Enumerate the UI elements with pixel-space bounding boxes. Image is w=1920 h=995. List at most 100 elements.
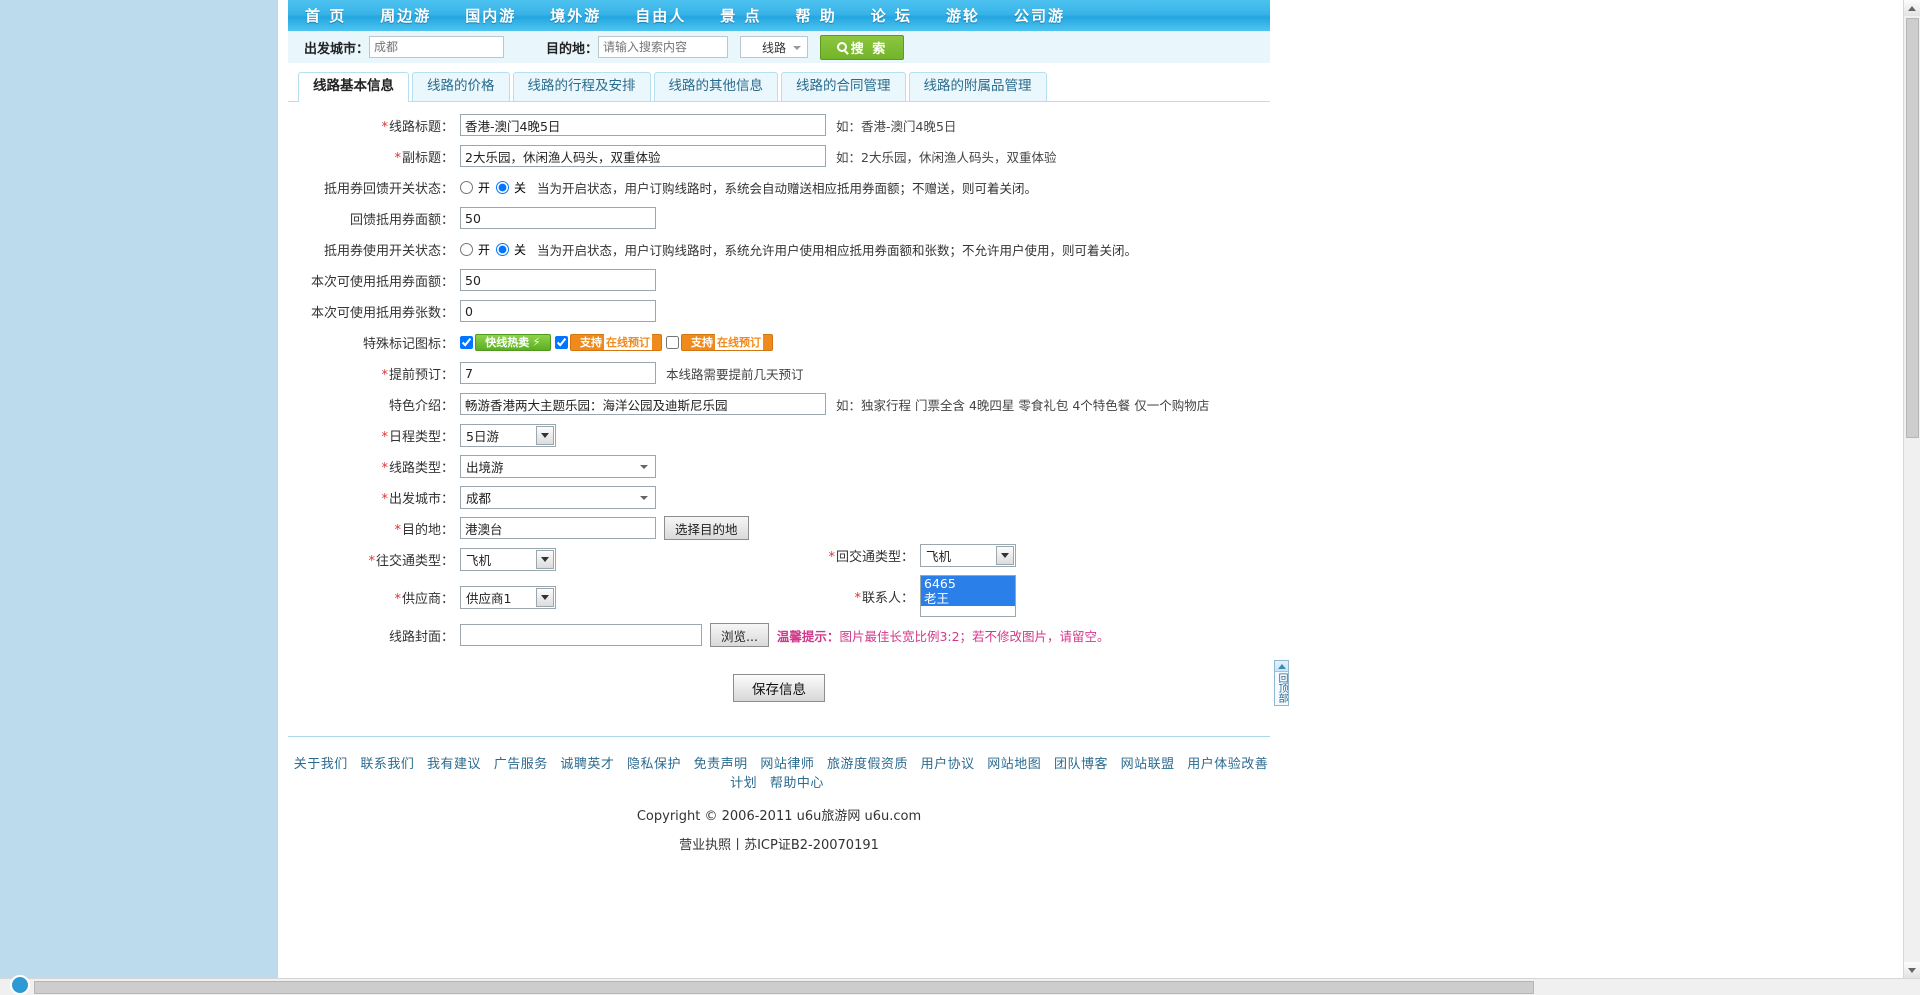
save-button[interactable]: 保存信息	[733, 674, 825, 702]
destination-input[interactable]	[460, 517, 656, 539]
row-destination: *目的地： 选择目的地	[288, 513, 1270, 543]
schedule-type-select[interactable]: 5日游	[460, 423, 556, 447]
tab-price[interactable]: 线路的价格	[412, 72, 510, 101]
supplier-label-text: 供应商：	[401, 591, 454, 607]
coupon-use-on-radio[interactable]	[460, 242, 473, 256]
feedback-amount-label: 回馈抵用券面额：	[349, 212, 454, 228]
horizontal-scrollbar-thumb[interactable]	[34, 981, 1534, 994]
row-usable-count: 本次可使用抵用券张数：	[288, 296, 1270, 326]
special-icon-hot-checkbox[interactable]	[460, 335, 473, 349]
nav-item-home[interactable]: 首 页	[288, 5, 363, 26]
choose-destination-button[interactable]: 选择目的地	[664, 516, 749, 540]
nav-item-nearby-tour[interactable]: 周边游	[363, 5, 448, 26]
advance-days-label: *提前预订：	[288, 364, 460, 383]
subtitle-label-text: 副标题：	[401, 150, 454, 166]
advance-days-hint: 本线路需要提前几天预订	[666, 366, 804, 382]
chevron-down-icon	[536, 425, 554, 445]
nav-item-overseas-tour[interactable]: 境外游	[533, 5, 618, 26]
outbound-transport-select[interactable]: 飞机	[460, 547, 556, 571]
row-schedule-type: *日程类型： 5日游	[288, 420, 1270, 450]
route-title-input[interactable]	[460, 114, 826, 136]
site-footer: 关于我们 联系我们 我有建议 广告服务 诚聘英才 隐私保护 免责声明 网站律师 …	[288, 736, 1270, 853]
nav-item-attractions[interactable]: 景 点	[703, 5, 778, 26]
return-transport-select[interactable]: 飞机	[920, 544, 1016, 567]
footer-link-lawyer[interactable]: 网站律师	[760, 757, 814, 772]
footer-link-alliance[interactable]: 网站联盟	[1121, 757, 1175, 772]
contact-label-text: 联系人：	[861, 590, 914, 606]
nav-item-free-traveler[interactable]: 自由人	[618, 5, 703, 26]
contact-option-1[interactable]: 老王	[921, 591, 1015, 606]
footer-link-contact[interactable]: 联系我们	[360, 757, 414, 772]
nav-item-cruise[interactable]: 游轮	[929, 5, 997, 26]
vertical-scrollbar[interactable]	[1903, 0, 1920, 995]
coupon-use-on-label: 开	[478, 242, 491, 257]
row-transport: *往交通类型： 飞机 *回交通类型： 飞机	[288, 544, 1270, 574]
footer-link-qualification[interactable]: 旅游度假资质	[827, 757, 908, 772]
required-marker: *	[394, 591, 401, 607]
coupon-feedback-on-option[interactable]: 开	[460, 179, 490, 196]
supplier-select[interactable]: 供应商1	[460, 585, 556, 609]
tab-contract[interactable]: 线路的合同管理	[781, 72, 906, 101]
footer-link-user-agreement[interactable]: 用户协议	[921, 757, 975, 772]
scroll-down-arrow-icon[interactable]	[1904, 962, 1920, 978]
nav-item-company-tour[interactable]: 公司游	[997, 5, 1082, 26]
tab-accessories[interactable]: 线路的附属品管理	[908, 72, 1047, 101]
route-basic-info-form: *线路标题： 如：香港-澳门4晚5日 *副标题： 如：2大乐园，休闲渔人码头，双…	[288, 110, 1270, 702]
tab-basic-info[interactable]: 线路基本信息	[298, 72, 409, 102]
footer-link-help-center[interactable]: 帮助中心	[770, 776, 824, 791]
special-icon-online-booking-2-checkbox[interactable]	[666, 335, 679, 349]
search-button-label: 搜 索	[850, 41, 888, 57]
coupon-feedback-off-radio[interactable]	[496, 180, 510, 194]
footer-link-jobs[interactable]: 诚聘英才	[560, 757, 614, 772]
schedule-type-label: *日程类型：	[288, 426, 460, 445]
supplier-label: *供应商：	[288, 588, 460, 607]
special-icon-online-booking-1-checkbox[interactable]	[555, 335, 568, 349]
route-type-label: *线路类型：	[288, 457, 460, 476]
departure-city-input[interactable]	[369, 36, 505, 58]
footer-link-about[interactable]: 关于我们	[294, 757, 348, 772]
scroll-up-arrow-icon[interactable]	[1904, 0, 1920, 16]
back-to-top-widget[interactable]: 回顶部	[1274, 660, 1289, 706]
contact-option-0[interactable]: 6465	[921, 576, 1015, 591]
row-advance-days: *提前预订： 本线路需要提前几天预订	[288, 358, 1270, 388]
advance-days-label-text: 提前预订：	[388, 367, 454, 383]
coupon-feedback-switch-label: 抵用券回馈开关状态：	[323, 181, 454, 197]
horizontal-scrollbar[interactable]	[0, 978, 1920, 995]
feature-intro-input[interactable]	[460, 393, 826, 415]
usable-coupon-count-input[interactable]	[460, 300, 656, 322]
destination-keyword-input[interactable]	[598, 36, 729, 58]
feedback-coupon-amount-input[interactable]	[460, 207, 656, 229]
coupon-use-off-option[interactable]: 关	[496, 241, 526, 258]
coupon-use-off-radio[interactable]	[496, 242, 510, 256]
footer-link-sitemap[interactable]: 网站地图	[987, 757, 1041, 772]
coupon-feedback-off-option[interactable]: 关	[496, 179, 526, 196]
cover-tip-body: 图片最佳长宽比例3:2；若不修改图片，请留空。	[839, 628, 1110, 644]
cover-file-path-input[interactable]	[460, 624, 702, 646]
search-type-select[interactable]: 线路	[740, 36, 809, 58]
nav-item-domestic-tour[interactable]: 国内游	[448, 5, 533, 26]
search-button[interactable]: 搜 索	[820, 34, 905, 60]
departure-city-select[interactable]: 成都	[460, 485, 656, 509]
coupon-feedback-on-radio[interactable]	[460, 180, 473, 194]
nav-item-help[interactable]: 帮 助	[779, 5, 854, 26]
advance-booking-days-input[interactable]	[460, 362, 656, 384]
coupon-use-switch-label: 抵用券使用开关状态：	[323, 243, 454, 259]
browse-button[interactable]: 浏览...	[710, 623, 769, 647]
footer-link-disclaimer[interactable]: 免责声明	[694, 757, 748, 772]
footer-link-advertising[interactable]: 广告服务	[494, 757, 548, 772]
coupon-use-on-option[interactable]: 开	[460, 241, 490, 258]
search-icon	[836, 42, 847, 52]
row-departure-city: *出发城市： 成都	[288, 482, 1270, 512]
footer-link-privacy[interactable]: 隐私保护	[627, 757, 681, 772]
footer-link-team-blog[interactable]: 团队博客	[1054, 757, 1108, 772]
tab-itinerary[interactable]: 线路的行程及安排	[512, 72, 651, 101]
tab-other-info[interactable]: 线路的其他信息	[653, 72, 778, 101]
required-marker: *	[381, 119, 388, 135]
nav-item-forum[interactable]: 论 坛	[854, 5, 929, 26]
usable-coupon-amount-input[interactable]	[460, 269, 656, 291]
route-subtitle-input[interactable]	[460, 145, 826, 167]
contact-listbox[interactable]: 6465 老王	[920, 575, 1016, 617]
vertical-scrollbar-thumb[interactable]	[1906, 18, 1919, 438]
route-type-select[interactable]: 出境游	[460, 454, 656, 478]
footer-link-suggestion[interactable]: 我有建议	[427, 757, 481, 772]
